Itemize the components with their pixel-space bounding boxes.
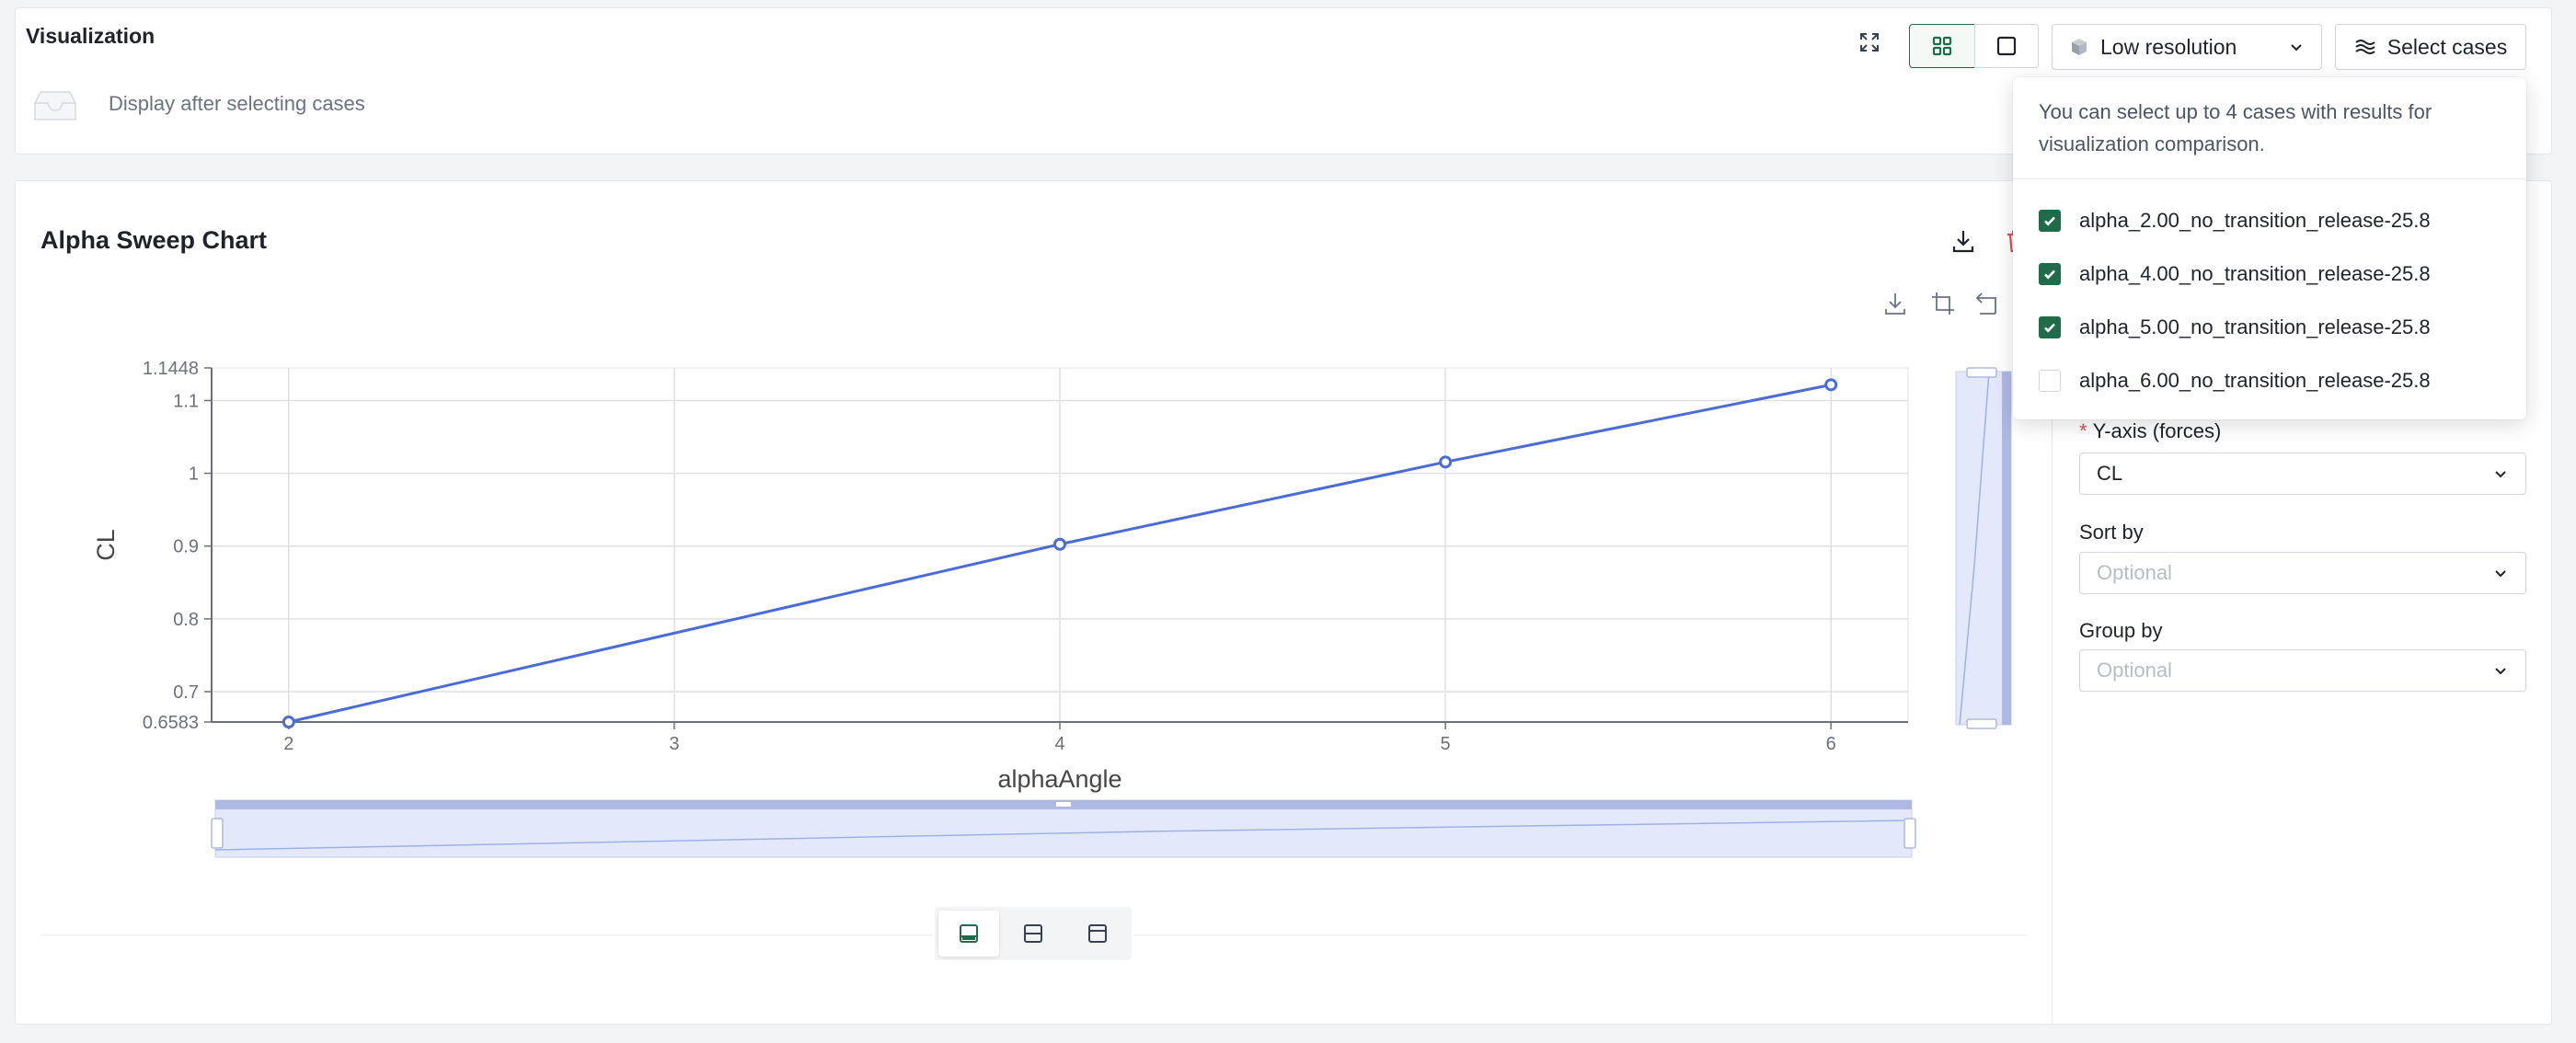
bottom-divider-right: [1133, 934, 2028, 935]
group-by-placeholder: Optional: [2097, 659, 2172, 682]
data-point[interactable]: [1439, 455, 1453, 469]
select-cases-button[interactable]: Select cases: [2335, 24, 2526, 70]
x-tick-label: 6: [1826, 734, 1836, 754]
y-axis-label-text: Y-axis (forces): [2092, 419, 2222, 442]
check-icon: [2044, 269, 2055, 280]
case-option-label: alpha_6.00_no_transition_release-25.8: [2079, 369, 2431, 392]
data-point[interactable]: [282, 716, 295, 728]
case-option[interactable]: alpha_4.00_no_transition_release-25.8: [2039, 256, 2431, 292]
y-tick-label: 0.8: [173, 610, 199, 630]
case-option[interactable]: alpha_2.00_no_transition_release-25.8: [2039, 202, 2431, 239]
layout-top-button[interactable]: [1067, 911, 1128, 957]
checkbox-checked[interactable]: [2039, 210, 2061, 232]
y-tick-label: 0.9: [173, 537, 199, 557]
panel-split-icon: [1024, 924, 1042, 943]
layout-middle-button[interactable]: [1003, 911, 1064, 957]
sort-by-placeholder: Optional: [2097, 561, 2172, 584]
case-option[interactable]: alpha_6.00_no_transition_release-25.8: [2039, 362, 2431, 399]
alpha-sweep-line-chart[interactable]: 0.6583 0.7 0.8 0.9 1 1.1 1.1448 2 3 4 5 6 alphaAngle…: [0, 0, 2042, 1043]
y-axis-title: CL: [92, 529, 120, 561]
layout-bottom-button[interactable]: [938, 911, 999, 957]
select-cases-dropdown: You can select up to 4 cases with result…: [2013, 77, 2526, 419]
x-zoom-grip[interactable]: [1056, 802, 1071, 807]
case-option[interactable]: alpha_5.00_no_transition_release-25.8: [2039, 309, 2431, 346]
select-cases-label: Select cases: [2386, 34, 2508, 59]
case-option-label: alpha_5.00_no_transition_release-25.8: [2079, 315, 2431, 338]
y-axis-label: * Y-axis (forces): [2079, 419, 2221, 443]
sort-by-label: Sort by: [2079, 521, 2144, 544]
layout-switch: [935, 907, 1132, 960]
x-tick-label: 4: [1054, 734, 1064, 754]
y-tick-label: 1: [189, 464, 199, 485]
required-marker: *: [2079, 419, 2087, 442]
resolution-value: Low resolution: [2100, 34, 2237, 59]
dropdown-note: You can select up to 4 cases with result…: [2039, 100, 2432, 155]
data-point[interactable]: [1053, 537, 1066, 551]
group-by-label: Group by: [2079, 619, 2163, 642]
data-point[interactable]: [1824, 378, 1838, 392]
y-axis-select[interactable]: CL: [2079, 453, 2526, 495]
x-axis-title: alphaAngle: [997, 765, 1121, 793]
case-option-label: alpha_4.00_no_transition_release-25.8: [2079, 262, 2431, 285]
checkbox-unchecked[interactable]: [2039, 370, 2061, 392]
panel-top-icon: [1088, 924, 1107, 943]
chevron-down-icon: [2495, 668, 2506, 675]
x-tick-label: 2: [283, 734, 293, 754]
dropdown-separator: [2013, 178, 2526, 179]
panel-bottom-icon: [960, 924, 978, 943]
y-tick-label: 0.7: [173, 682, 199, 703]
y-tick-label: 0.6583: [143, 713, 199, 733]
chevron-down-icon: [2495, 570, 2506, 578]
check-icon: [2044, 323, 2055, 333]
y-tick-label: 1.1: [173, 391, 199, 411]
bottom-divider-left: [40, 934, 933, 935]
cube-icon: [2072, 39, 2087, 55]
x-tick-label: 3: [669, 734, 679, 754]
chevron-down-icon: [2495, 471, 2506, 478]
y-zoom-slider-bar[interactable]: [2002, 372, 2011, 725]
x-tick-label: 5: [1441, 734, 1451, 754]
y-axis-value: CL: [2097, 462, 2123, 485]
checkbox-checked[interactable]: [2039, 263, 2061, 285]
filter-lines-icon: [2355, 40, 2375, 54]
checkbox-checked[interactable]: [2039, 316, 2061, 338]
chevron-down-icon: [2291, 44, 2302, 52]
y-tick-label: 1.1448: [143, 359, 199, 379]
y-zoom-handle-bottom[interactable]: [1966, 718, 1997, 729]
resolution-select[interactable]: Low resolution: [2052, 24, 2322, 70]
sort-by-select[interactable]: Optional: [2079, 552, 2526, 594]
x-zoom-handle-left[interactable]: [211, 818, 224, 849]
x-zoom-handle-right[interactable]: [1903, 818, 1916, 849]
case-option-label: alpha_2.00_no_transition_release-25.8: [2079, 209, 2431, 232]
group-by-select[interactable]: Optional: [2079, 649, 2526, 692]
check-icon: [2044, 216, 2055, 226]
y-zoom-handle-top[interactable]: [1966, 367, 1997, 378]
